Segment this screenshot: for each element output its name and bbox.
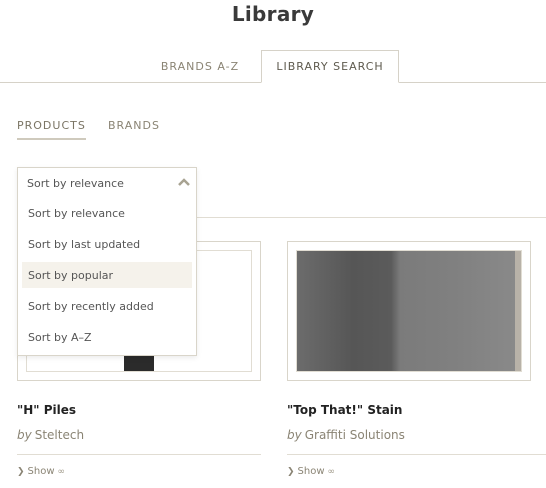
sort-select[interactable]: Sort by relevance (18, 168, 196, 198)
card-divider (287, 454, 546, 455)
sort-dropdown[interactable]: Sort by relevance Sort by relevance Sort… (17, 167, 197, 356)
card-divider (17, 454, 261, 455)
page-title: Library (231, 2, 315, 26)
product-image-edge (515, 251, 521, 371)
sort-option-popular[interactable]: Sort by popular (22, 262, 192, 288)
by-label: by (287, 428, 302, 442)
product-card-image[interactable] (287, 241, 531, 381)
chevron-down-icon: ❯ (17, 466, 25, 477)
product-image (297, 251, 521, 371)
show-label: Show (27, 466, 55, 477)
by-label: by (17, 428, 32, 442)
product-image-frame (296, 250, 522, 372)
product-brand-line: by Steltech (17, 428, 84, 442)
product-title[interactable]: "H" Piles (17, 403, 76, 417)
sort-option-relevance[interactable]: Sort by relevance (22, 200, 192, 226)
product-title[interactable]: "Top That!" Stain (287, 403, 402, 417)
chevron-up-icon[interactable] (178, 177, 190, 187)
sort-option-last-updated[interactable]: Sort by last updated (22, 231, 192, 257)
sort-option-a-z[interactable]: Sort by A–Z (22, 324, 192, 350)
product-brand-link[interactable]: Graffiti Solutions (305, 428, 405, 442)
chevron-down-icon: ❯ (287, 466, 295, 477)
product-brand-line: by Graffiti Solutions (287, 428, 405, 442)
subtab-brands[interactable]: BRANDS (108, 119, 160, 132)
tab-library-search[interactable]: LIBRARY SEARCH (261, 50, 399, 83)
show-label: Show (297, 466, 325, 477)
sort-option-recently-added[interactable]: Sort by recently added (22, 293, 192, 319)
product-brand-link[interactable]: Steltech (35, 428, 84, 442)
subtab-products[interactable]: PRODUCTS (17, 119, 86, 140)
show-button[interactable]: ❯ Show ∞ (17, 466, 65, 477)
link-icon: ∞ (327, 466, 336, 477)
link-icon: ∞ (57, 466, 66, 477)
filter-divider (196, 217, 546, 218)
tab-brands-a-z[interactable]: BRANDS A-Z (140, 50, 260, 83)
show-button[interactable]: ❯ Show ∞ (287, 466, 335, 477)
